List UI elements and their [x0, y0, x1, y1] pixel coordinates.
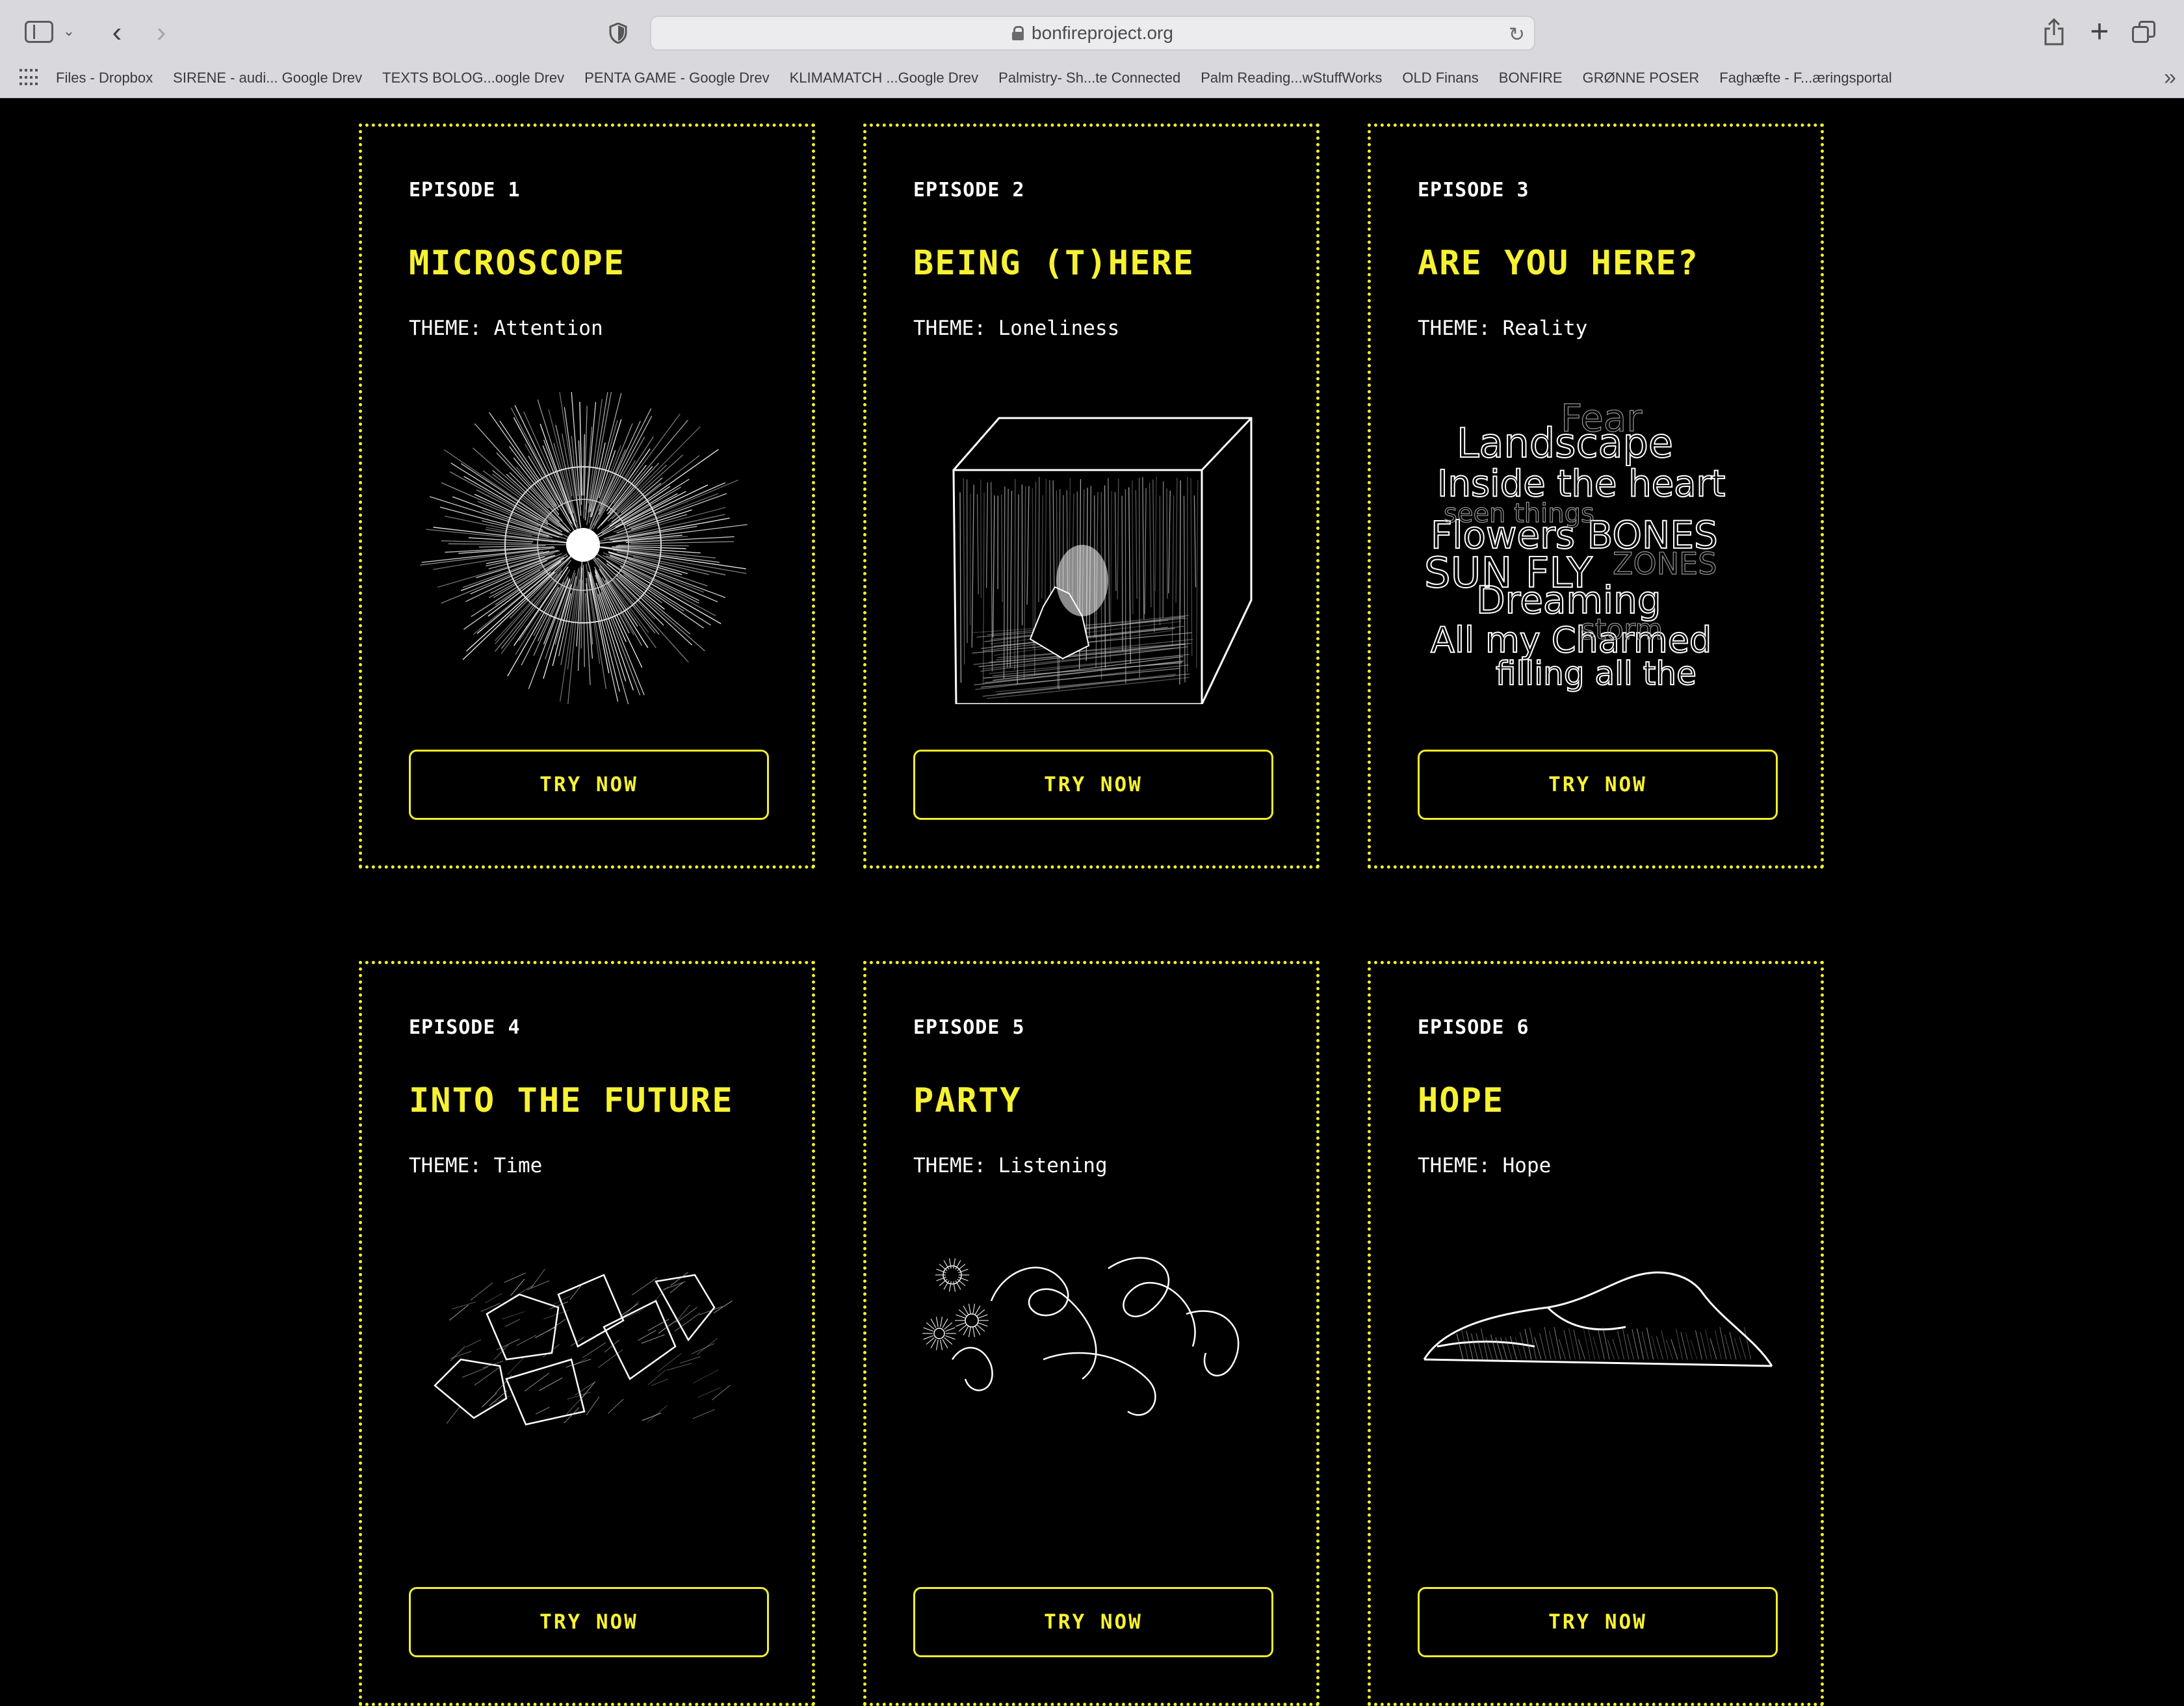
episode-card: EPISODE 1 MICROSCOPE THEME: Attention TR… [359, 124, 815, 869]
episode-title[interactable]: ARE YOU HERE? [1418, 244, 1699, 283]
sidebar-toggle-icon[interactable] [25, 21, 53, 43]
episode-number: EPISODE 2 [913, 179, 1025, 202]
episode-card: EPISODE 5 PARTY THEME: Listening TRY NOW [863, 961, 1320, 1706]
episode-theme: THEME: Attention [409, 317, 603, 340]
bookmark-item[interactable]: Files - Dropbox [56, 70, 153, 86]
bookmarks-bar: Files - Dropbox SIRENE - audi... Google … [0, 64, 2145, 92]
tab-overview-icon[interactable] [2132, 21, 2157, 44]
party-tendrils-illustration [913, 1229, 1277, 1542]
privacy-shield-icon[interactable] [607, 22, 629, 44]
address-bar[interactable]: bonfireproject.org ↻ [650, 16, 1535, 51]
try-now-button[interactable]: TRY NOW [1418, 750, 1778, 820]
episode-card: EPISODE 2 BEING (T)HERE THEME: Lonelines… [863, 124, 1320, 869]
episode-number: EPISODE 3 [1418, 179, 1529, 202]
share-icon[interactable] [2041, 17, 2067, 47]
episode-card: EPISODE 3 ARE YOU HERE? THEME: Reality L… [1368, 124, 1824, 869]
crystal-blocks-illustration [409, 1229, 773, 1542]
bookmark-item[interactable]: OLD Finans [1402, 70, 1478, 86]
browser-toolbar: ⌄ ‹ › bonfireproject.org ↻ + Files - Dro… [0, 0, 2184, 98]
bookmark-item[interactable]: PENTA GAME - Google Drev [584, 70, 769, 86]
svg-text:storm: storm [1580, 613, 1663, 646]
bookmark-item[interactable]: BONFIRE [1499, 70, 1563, 86]
svg-text:seen things: seen things [1444, 499, 1594, 529]
episodes-grid: EPISODE 1 MICROSCOPE THEME: Attention TR… [0, 98, 2184, 1365]
chevron-down-icon[interactable]: ⌄ [62, 25, 75, 38]
forward-arrow-icon[interactable]: › [148, 18, 174, 47]
episode-title[interactable]: MICROSCOPE [409, 244, 625, 283]
episode-theme: THEME: Time [409, 1154, 542, 1177]
sunburst-illustration [409, 392, 773, 704]
apps-grid-icon[interactable] [20, 69, 38, 87]
bookmark-item[interactable]: Faghæfte - F...æringsportal [1719, 70, 1892, 86]
bookmark-item[interactable]: Palm Reading...wStuffWorks [1201, 70, 1382, 86]
episode-title[interactable]: PARTY [913, 1081, 1022, 1120]
bookmark-item[interactable]: SIRENE - audi... Google Drev [173, 70, 362, 86]
try-now-button[interactable]: TRY NOW [409, 750, 769, 820]
episode-number: EPISODE 4 [409, 1016, 521, 1039]
svg-text:Fear: Fear [1561, 396, 1642, 440]
bookmark-item[interactable]: KLIMAMATCH ...Google Drev [790, 70, 979, 86]
svg-text:filling all the: filling all the [1496, 655, 1696, 692]
episode-theme: THEME: Hope [1418, 1154, 1551, 1177]
episode-title[interactable]: INTO THE FUTURE [409, 1081, 734, 1120]
back-arrow-icon[interactable]: ‹ [104, 18, 130, 47]
episode-title[interactable]: HOPE [1418, 1081, 1504, 1120]
episode-number: EPISODE 1 [409, 179, 521, 202]
more-bookmarks-chevron-icon[interactable]: » [2164, 65, 2176, 90]
bookmark-item[interactable]: Palmistry- Sh...te Connected [998, 70, 1180, 86]
bookmark-item[interactable]: GRØNNE POSER [1583, 70, 1700, 86]
episode-theme: THEME: Listening [913, 1154, 1108, 1177]
try-now-button[interactable]: TRY NOW [913, 750, 1273, 820]
reload-icon[interactable]: ↻ [1509, 23, 1525, 46]
episode-number: EPISODE 6 [1418, 1016, 1529, 1039]
cube-room-illustration [913, 392, 1277, 704]
try-now-button[interactable]: TRY NOW [1418, 1587, 1778, 1657]
lock-icon [1012, 26, 1024, 40]
episode-title[interactable]: BEING (T)HERE [913, 244, 1195, 283]
episode-number: EPISODE 5 [913, 1016, 1025, 1039]
try-now-button[interactable]: TRY NOW [913, 1587, 1273, 1657]
scribbled-words-illustration: Landscape Inside the heart Flowers BONES… [1418, 392, 1782, 704]
try-now-button[interactable]: TRY NOW [409, 1587, 769, 1657]
url-text: bonfireproject.org [1032, 23, 1173, 44]
episode-card: EPISODE 6 HOPE THEME: Hope TRY NOW [1368, 961, 1824, 1706]
bookmark-item[interactable]: TEXTS BOLOG...oogle Drev [382, 70, 564, 86]
sneaker-illustration [1418, 1229, 1782, 1542]
episode-theme: THEME: Loneliness [913, 317, 1119, 340]
episode-theme: THEME: Reality [1418, 317, 1587, 340]
episode-card: EPISODE 4 INTO THE FUTURE THEME: Time TR… [359, 961, 815, 1706]
svg-text:ZONES: ZONES [1613, 546, 1717, 581]
new-tab-plus-icon[interactable]: + [2085, 17, 2114, 46]
